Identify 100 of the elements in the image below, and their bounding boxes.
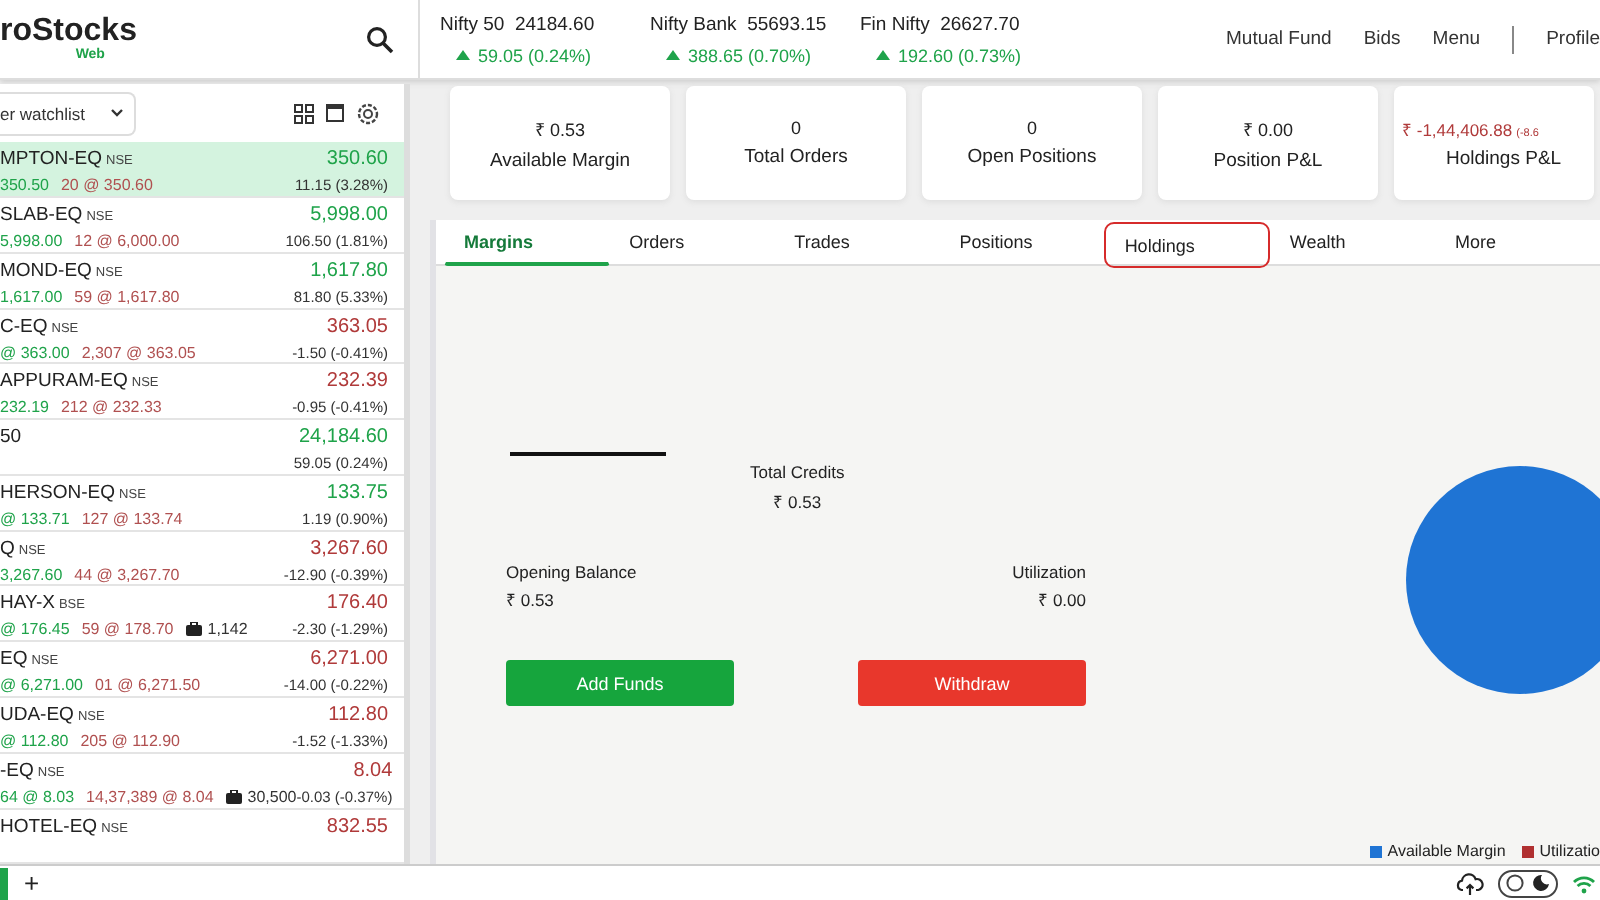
index-name-value: Nifty Bank 55693.15 (650, 13, 829, 36)
bid-quote: 3,267.60 (0, 565, 63, 584)
briefcase-icon (225, 789, 242, 804)
nav-link[interactable]: Profile (1546, 28, 1600, 51)
last-price: 133.75 (326, 481, 388, 504)
card-value: ₹ 0.53 (534, 117, 586, 142)
stock-name: MOND-EQ (0, 259, 92, 282)
stock-name: MPTON-EQ (0, 148, 103, 171)
tab[interactable]: Wealth (1269, 220, 1435, 267)
last-price: 363.05 (326, 315, 388, 338)
up-triangle-icon (666, 50, 680, 61)
bid-quote: @ 133.71 (0, 509, 70, 528)
total-credits-label: Total Credits (750, 462, 845, 483)
ask-quote: 12 @ 6,000.00 (74, 231, 180, 250)
last-price: 832.55 (326, 815, 388, 838)
ask-quote: 20 @ 350.60 (60, 176, 153, 195)
bid-quote: @ 176.45 (0, 620, 70, 639)
tab[interactable]: Margins (444, 220, 610, 267)
last-price: 112.80 (328, 704, 388, 726)
last-price: 3,267.60 (310, 537, 388, 560)
card-label: Holdings P&L (1444, 147, 1562, 170)
settings-icon[interactable] (356, 101, 380, 126)
up-triangle-icon (456, 50, 470, 61)
moon-icon (1532, 874, 1550, 893)
index-change: 59.05 (0.24%) (478, 45, 592, 66)
tab[interactable]: Trades (774, 220, 940, 267)
watchlist-dropdown[interactable]: er watchlist (0, 91, 136, 136)
last-price: 232.39 (326, 370, 388, 393)
ask-quote: 127 @ 133.74 (81, 509, 183, 528)
ask-quote: 205 @ 112.90 (80, 732, 181, 750)
last-price: 176.40 (326, 592, 388, 615)
stock-name: APPURAM-EQ (0, 370, 128, 393)
card-label: Position P&L (1213, 149, 1323, 172)
tab[interactable]: Orders (609, 220, 775, 267)
ask-quote: 59 @ 1,617.80 (74, 287, 180, 306)
nav-link[interactable]: Bids (1363, 28, 1401, 51)
utilization-label: Utilization (1012, 562, 1086, 583)
sheet-tab[interactable] (0, 867, 8, 900)
bid-quote: 232.19 (0, 398, 49, 417)
bid-quote: 64 @ 8.03 (0, 787, 75, 806)
last-price: 350.60 (326, 148, 388, 171)
tab[interactable]: Positions (939, 220, 1105, 267)
total-credits-value: ₹ 0.53 (773, 490, 822, 513)
nav-link[interactable]: Menu (1432, 28, 1481, 51)
card-label: Available Margin (489, 149, 631, 172)
stock-name: UDA-EQ (0, 704, 74, 726)
ask-quote: 01 @ 6,271.50 (94, 676, 201, 695)
ask-quote: 2,307 @ 363.05 (81, 343, 196, 362)
last-price: 8.04 (353, 759, 393, 782)
card-value: 0 (790, 118, 801, 139)
search-icon[interactable] (366, 25, 394, 54)
chevron-down-icon (110, 108, 124, 119)
add-tab-button[interactable]: + (24, 870, 40, 897)
stock-name: HAY-X (0, 592, 55, 615)
cloud-upload-icon[interactable] (1456, 871, 1484, 896)
bid-quote: @ 363.00 (0, 343, 70, 362)
bid-quote: @ 6,271.00 (0, 676, 83, 695)
last-price: 24,184.60 (299, 426, 388, 449)
tab[interactable]: Holdings (1104, 222, 1270, 269)
circle-icon (1506, 874, 1524, 893)
card-label: Total Orders (744, 146, 848, 169)
bid-quote: @ 112.80 (0, 732, 69, 750)
briefcase-icon (185, 622, 202, 637)
card-label: Open Positions (967, 146, 1097, 169)
index-change: 388.65 (0.70%) (688, 45, 812, 66)
opening-balance-value: ₹ 0.53 (506, 588, 556, 611)
logo-text: roStocks (0, 16, 137, 49)
stock-name: SLAB-EQ (0, 203, 83, 226)
legend-label: Utilizatio (1539, 842, 1600, 861)
last-price: 1,617.80 (310, 259, 388, 282)
bid-quote: 1,617.00 (0, 287, 63, 306)
last-price: 6,271.00 (310, 648, 388, 671)
grid-icon[interactable] (294, 103, 314, 124)
ask-quote: 14,37,389 @ 8.04 (86, 787, 214, 806)
utilization-value: ₹ 0.00 (1038, 588, 1086, 611)
tab[interactable]: More (1434, 220, 1600, 267)
holding-quantity: 30,500 (247, 787, 297, 806)
up-triangle-icon (876, 50, 890, 61)
opening-balance-label: Opening Balance (506, 562, 637, 583)
card-value: 0 (1026, 118, 1037, 139)
ask-quote: 212 @ 232.33 (60, 398, 162, 417)
card-value: ₹ -1,44,406.88 (1402, 117, 1513, 140)
index-name-value: Nifty 50 24184.60 (440, 13, 597, 36)
stock-name: Q (0, 537, 15, 560)
bid-quote: 5,998.00 (0, 231, 63, 250)
window-icon[interactable] (326, 104, 344, 123)
theme-toggle[interactable] (1498, 869, 1558, 898)
stock-name: -EQ (0, 759, 34, 782)
card-value: ₹ 0.00 (1242, 117, 1294, 142)
nav-link[interactable]: Mutual Fund (1226, 28, 1332, 51)
holding-quantity: 1,142 (207, 620, 248, 639)
ask-quote: 44 @ 3,267.70 (74, 565, 180, 584)
stock-name: EQ (0, 648, 28, 671)
wifi-icon (1572, 873, 1596, 894)
ask-quote: 59 @ 178.70 (81, 620, 174, 639)
index-change: 192.60 (0.73%) (898, 45, 1022, 66)
stock-name: HOTEL-EQ (0, 815, 98, 838)
last-price: 5,998.00 (310, 203, 388, 226)
withdraw-button[interactable]: Withdraw (858, 660, 1086, 707)
legend-label: Available Margin (1387, 842, 1506, 861)
